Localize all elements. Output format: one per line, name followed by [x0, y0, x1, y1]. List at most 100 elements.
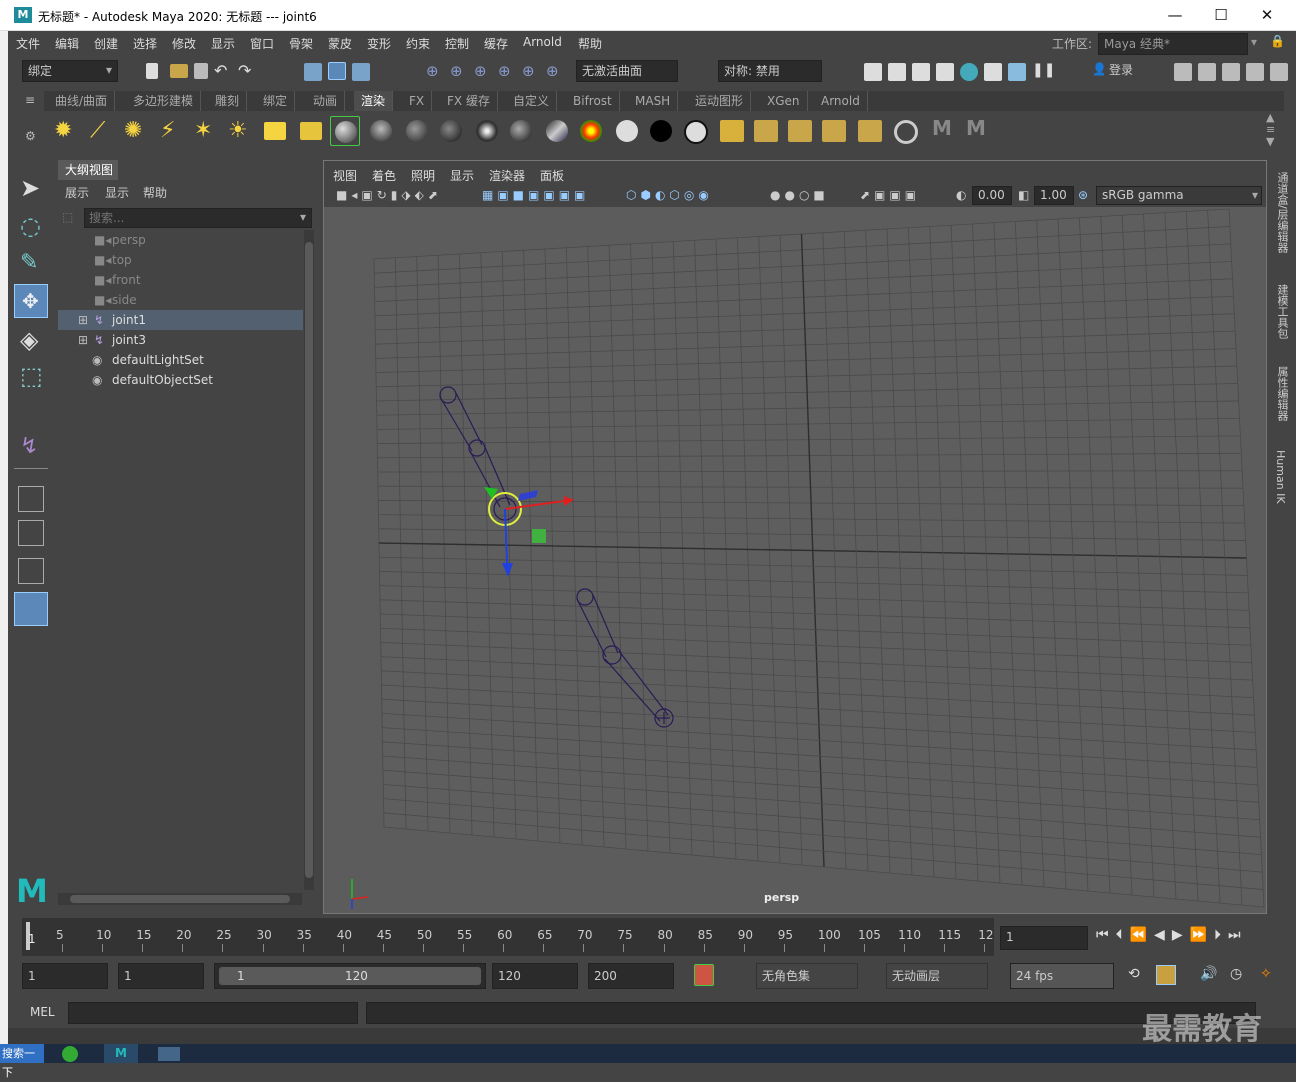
workspace-dropdown[interactable]: Maya 经典* — [1098, 33, 1248, 55]
human-ik-icon[interactable] — [1198, 63, 1216, 81]
tab-curves[interactable]: 曲线/曲面 — [48, 91, 116, 111]
attribute-editor-icon[interactable] — [1222, 63, 1240, 81]
outliner-row-persp[interactable]: ■◂ persp — [58, 230, 303, 250]
go-to-start-icon[interactable]: ⏮ — [1096, 927, 1116, 943]
viewport-menu-lighting[interactable]: 照明 — [411, 167, 435, 184]
snap-curve-icon[interactable]: ⊕ — [450, 62, 463, 80]
point-light-icon[interactable]: ✺ — [124, 118, 142, 143]
menu-edit[interactable]: 编辑 — [55, 35, 79, 52]
menu-create[interactable]: 创建 — [94, 35, 118, 52]
viewport-menu-panels[interactable]: 面板 — [540, 167, 564, 184]
auto-key-icon[interactable] — [694, 964, 714, 986]
viewport-menu-view[interactable]: 视图 — [333, 167, 357, 184]
chevron-down-icon[interactable]: ▾ — [300, 210, 306, 224]
playback-end-field[interactable]: 120 — [492, 963, 578, 989]
go-to-end-icon[interactable]: ⏭ — [1228, 927, 1248, 943]
tab-channel-box[interactable]: 通道盒/层编辑器 — [1274, 172, 1290, 253]
viewport-menu-show[interactable]: 显示 — [450, 167, 474, 184]
arnold-render-icon[interactable] — [1008, 63, 1026, 81]
outliner-row-front[interactable]: ■◂ front — [58, 270, 303, 290]
render-waveform-icon[interactable] — [720, 120, 744, 142]
single-view-layout-icon[interactable] — [18, 486, 44, 512]
gear-icon[interactable]: ⚙ — [25, 129, 36, 143]
command-input[interactable] — [68, 1002, 358, 1024]
render-sequence-shelf-icon[interactable] — [858, 120, 882, 142]
tab-arnold[interactable]: Arnold — [814, 91, 868, 111]
rotate-tool-icon[interactable]: ◈ — [20, 326, 52, 358]
step-back-key-icon[interactable]: ⏪ — [1130, 927, 1154, 943]
tab-attribute-editor[interactable]: 属性编辑器 — [1274, 366, 1290, 421]
animation-start-field[interactable]: 1 — [22, 963, 108, 989]
phong-sphere-icon[interactable] — [370, 120, 392, 142]
move-tool-button[interactable]: ✥ — [14, 284, 48, 318]
menu-display[interactable]: 显示 — [211, 35, 235, 52]
outliner-row-defaultobjectset[interactable]: ◉ defaultObjectSet — [58, 370, 303, 390]
joint-tool-icon[interactable]: ↯ — [20, 434, 52, 466]
time-icon[interactable]: ◷ — [1230, 966, 1242, 982]
volume-light-icon[interactable]: ☀ — [228, 118, 248, 143]
undo-icon[interactable]: ↶ — [214, 61, 227, 80]
ipr-render-icon[interactable] — [912, 63, 930, 81]
tab-rigging[interactable]: 绑定 — [256, 91, 296, 111]
outlined-shader-icon[interactable] — [684, 120, 708, 144]
maya-taskbar-icon[interactable]: M — [104, 1044, 138, 1063]
cache-icon[interactable] — [1156, 965, 1176, 985]
chevron-down-icon[interactable]: ▾ — [1252, 188, 1258, 202]
outliner-menu-help[interactable]: 帮助 — [143, 184, 167, 201]
anisotropic-sphere-icon[interactable] — [476, 120, 498, 142]
isolate-icon[interactable]: ⬈▣▣▣ — [860, 188, 920, 202]
outliner-layout-icon[interactable] — [14, 592, 48, 626]
expand-icon[interactable]: ⊞ — [78, 330, 88, 350]
menu-select[interactable]: 选择 — [133, 35, 157, 52]
menuset-dropdown[interactable]: 绑定 — [22, 60, 118, 82]
scrollbar-thumb[interactable] — [305, 242, 313, 878]
tab-animation[interactable]: 动画 — [306, 91, 346, 111]
tab-modeling-toolkit[interactable]: 建模工具包 — [1274, 284, 1290, 339]
render-frame-icon[interactable] — [864, 63, 882, 81]
menu-file[interactable]: 文件 — [16, 35, 40, 52]
step-forward-key-icon[interactable]: ⏩ — [1190, 927, 1214, 943]
tab-fx-caching[interactable]: FX 缓存 — [440, 91, 498, 111]
spot-light-icon[interactable]: ⚡ — [160, 118, 175, 143]
menu-help[interactable]: 帮助 — [578, 35, 602, 52]
tab-bifrost[interactable]: Bifrost — [566, 91, 620, 111]
render-layer-icon[interactable] — [754, 120, 778, 142]
playback-options-icon[interactable]: ✧ — [1260, 966, 1272, 982]
anim-layer-dropdown[interactable]: 无动画层 — [886, 963, 988, 989]
snap-vertex-icon[interactable]: ⊕ — [546, 62, 559, 80]
mentalray-icon[interactable]: M — [932, 116, 952, 140]
expand-icon[interactable]: ⊞ — [78, 310, 88, 330]
outliner-row-side[interactable]: ■◂ side — [58, 290, 303, 310]
ambient-light-icon[interactable]: ✹ — [54, 118, 72, 143]
range-slider[interactable]: 1 120 — [214, 963, 486, 989]
side-by-side-layout-icon[interactable] — [18, 558, 44, 584]
batch-render-icon[interactable] — [822, 120, 846, 142]
close-button[interactable]: ✕ — [1244, 0, 1290, 30]
menu-windows[interactable]: 窗口 — [250, 35, 274, 52]
tab-fx[interactable]: FX — [402, 91, 433, 111]
play-backward-icon[interactable]: ◀ — [1154, 927, 1172, 943]
shelf-options[interactable]: ≡ ⚙ — [22, 91, 40, 151]
snap-view-icon[interactable]: ⊕ — [498, 62, 511, 80]
lasso-tool-icon[interactable]: ◌ — [20, 212, 52, 244]
new-scene-icon[interactable] — [146, 63, 158, 79]
step-back-icon[interactable]: ⏴ — [1116, 927, 1130, 943]
paint-select-icon[interactable]: ✎ — [20, 250, 52, 282]
symmetry-dropdown[interactable]: 对称: 禁用 — [718, 60, 822, 82]
menu-icon[interactable]: ≡ — [25, 93, 35, 107]
loop-icon[interactable]: ⟲ — [1128, 966, 1140, 982]
lambert-sphere-icon[interactable] — [406, 120, 428, 142]
save-scene-icon[interactable] — [194, 63, 208, 79]
channel-box-icon[interactable] — [1270, 63, 1288, 81]
shading-modes-icon[interactable]: ⬡⬢◐⬡◎◉ — [626, 188, 713, 202]
tab-custom[interactable]: 自定义 — [506, 91, 558, 111]
login-button[interactable]: 登录 — [1104, 60, 1170, 82]
current-frame-field[interactable]: 1 — [1000, 926, 1088, 950]
select-object-icon[interactable] — [328, 62, 346, 80]
render-setup-icon[interactable] — [788, 120, 812, 142]
command-language-label[interactable]: MEL — [30, 1005, 55, 1019]
viewport-menu-shading[interactable]: 着色 — [372, 167, 396, 184]
time-slider[interactable]: 1 5 10 15 20 25 30 35 40 45 50 55 60 65 70 75 80 85 90 95 1… — [22, 918, 994, 956]
gamma-field[interactable]: 1.00 — [1034, 186, 1074, 205]
menu-deform[interactable]: 变形 — [367, 35, 391, 52]
